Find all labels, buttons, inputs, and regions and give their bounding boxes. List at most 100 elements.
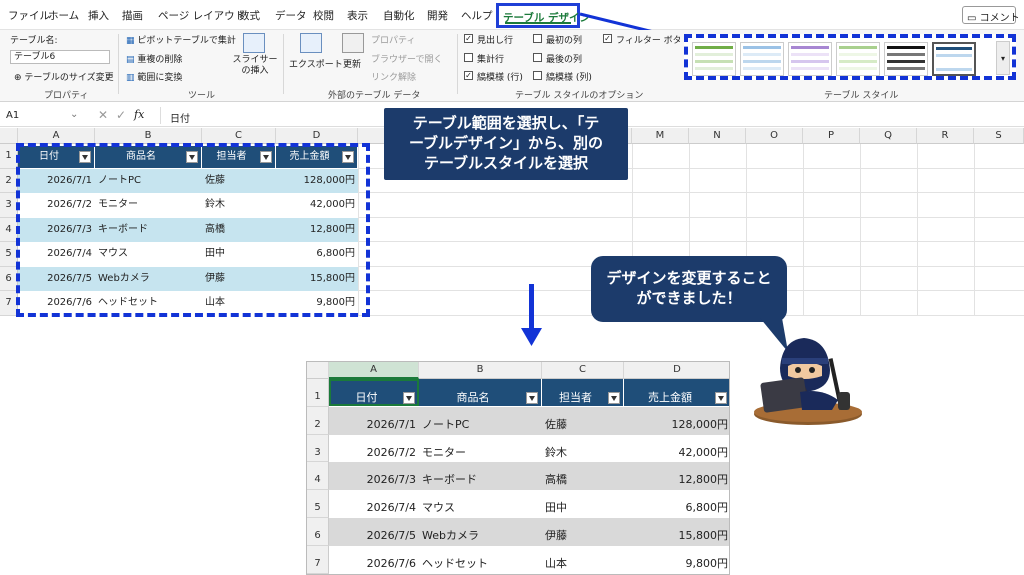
row-header[interactable]: 2 [307,406,329,435]
style-swatch-lightblue[interactable] [740,42,784,76]
menu-view[interactable]: 表示 [347,8,368,23]
column-header[interactable]: A [329,362,419,379]
table-header-cell[interactable]: 商品名 [419,379,542,406]
banded-columns-checkbox[interactable] [533,71,542,80]
column-header[interactable]: D [276,128,358,144]
table-cell[interactable]: 高橋 [542,462,624,490]
convert-to-range-button[interactable]: ▥ 範囲に変換 [126,70,182,83]
row-header[interactable]: 6 [307,518,329,546]
table-cell[interactable]: 田中 [542,490,624,518]
menu-insert[interactable]: 挿入 [88,8,109,23]
external-properties-button[interactable]: プロパティ [371,33,415,46]
formula-value[interactable]: 日付 [170,110,190,125]
table-cell[interactable]: 伊藤 [542,518,624,546]
export-button[interactable]: エクスポート [289,57,343,70]
column-header[interactable]: B [419,362,542,379]
table-cell[interactable]: 15,800円 [624,518,729,546]
menu-formulas[interactable]: 数式 [239,8,260,23]
menu-draw[interactable]: 描画 [122,8,143,23]
table-cell[interactable]: 鈴木 [542,435,624,463]
row-header[interactable]: 5 [307,490,329,518]
cancel-icon[interactable]: ✕ [98,108,108,122]
select-all-corner[interactable] [0,128,18,144]
comment-button[interactable]: ▭ コメント [962,6,1020,24]
gallery-more-icon[interactable]: ▾ [996,41,1010,75]
menu-review[interactable]: 校閲 [313,8,334,23]
column-header[interactable]: Q [860,128,917,144]
table-cell[interactable]: マウス [419,490,542,518]
menu-file[interactable]: ファイル [8,8,50,23]
table-header-cell[interactable]: 担当者 [542,379,624,406]
table-cell[interactable]: 佐藤 [542,407,624,435]
name-box[interactable]: A1 [6,110,19,121]
table-cell[interactable]: 42,000円 [624,435,729,463]
banded-rows-checkbox[interactable]: ✓ [464,71,473,80]
column-header[interactable]: M [632,128,689,144]
menu-home[interactable]: ホーム [48,8,79,23]
menu-help[interactable]: ヘルプ [461,8,493,23]
fx-icon[interactable]: fx [134,108,144,121]
tab-table-design[interactable]: テーブル デザイン [496,3,590,28]
confirm-icon[interactable]: ✓ [116,108,126,122]
table-cell[interactable]: ヘッドセット [419,546,542,574]
style-swatch-purple[interactable] [788,42,832,76]
table-cell[interactable]: キーボード [419,462,542,490]
table-cell[interactable]: 2026/7/6 [329,546,419,574]
table-cell[interactable]: 2026/7/2 [329,435,419,463]
column-header[interactable]: R [917,128,974,144]
total-row-checkbox[interactable] [464,53,473,62]
table-cell[interactable]: 2026/7/1 [329,407,419,435]
table-cell[interactable]: 128,000円 [624,407,729,435]
table-header-cell[interactable]: 売上金額 [624,379,729,406]
table-cell[interactable]: 6,800円 [624,490,729,518]
style-swatch-dark[interactable] [884,42,928,76]
row-header[interactable]: 1 [307,379,329,407]
refresh-button[interactable]: 更新 [343,57,361,70]
filter-dropdown-icon[interactable] [526,392,538,404]
column-header[interactable]: C [542,362,624,379]
open-in-browser-button[interactable]: ブラウザーで開く [371,52,442,65]
name-box-dropdown-icon[interactable]: ⌄ [70,109,78,120]
style-swatch-blue-selected[interactable] [932,42,976,76]
last-column-checkbox[interactable] [533,53,542,62]
column-header[interactable]: S [974,128,1024,144]
table-cell[interactable]: 9,800円 [624,546,729,574]
filter-dropdown-icon[interactable] [715,392,727,404]
table-cell[interactable]: 12,800円 [624,462,729,490]
style-swatch-green[interactable] [692,42,736,76]
menu-automate[interactable]: 自動化 [383,8,415,23]
menu-page-layout[interactable]: ページ レイアウト [158,8,245,23]
resize-table-button[interactable]: ⊕ テーブルのサイズ変更 [14,70,114,83]
style-swatch-lightgreen[interactable] [836,42,880,76]
table-name-input[interactable]: テーブル6 [10,50,110,64]
table-cell[interactable]: 2026/7/4 [329,490,419,518]
column-header[interactable]: A [18,128,95,144]
table-cell[interactable]: 山本 [542,546,624,574]
row-header[interactable]: 4 [307,462,329,491]
filter-dropdown-icon[interactable] [608,392,620,404]
pivot-summary-button[interactable]: ▦ ピボットテーブルで集計 [126,33,236,46]
remove-duplicates-button[interactable]: ▤ 重複の削除 [126,52,182,65]
column-header[interactable]: B [95,128,202,144]
table-cell[interactable]: ノートPC [419,407,542,435]
row-header[interactable]: 3 [307,434,329,463]
column-header[interactable]: P [803,128,860,144]
insert-slicer-button[interactable]: スライサーの挿入 [232,55,278,77]
column-header[interactable]: O [746,128,803,144]
table-cell[interactable]: モニター [419,435,542,463]
first-column-checkbox[interactable] [533,34,542,43]
menu-developer[interactable]: 開発 [427,8,448,23]
table-cell[interactable]: Webカメラ [419,518,542,546]
table-cell[interactable]: 2026/7/5 [329,518,419,546]
column-header[interactable]: N [689,128,746,144]
filter-button-checkbox[interactable]: ✓ [603,34,612,43]
table-cell[interactable]: 2026/7/3 [329,462,419,490]
menu-data[interactable]: データ [275,8,307,23]
unlink-button[interactable]: リンク解除 [371,70,416,83]
row-header[interactable]: 7 [307,545,329,574]
header-row-checkbox[interactable]: ✓ [464,34,473,43]
column-header[interactable]: C [202,128,276,144]
column-header[interactable]: D [624,362,729,379]
select-all-corner[interactable] [307,362,329,379]
callout-line-3: テーブルスタイルを選択 [423,154,589,172]
